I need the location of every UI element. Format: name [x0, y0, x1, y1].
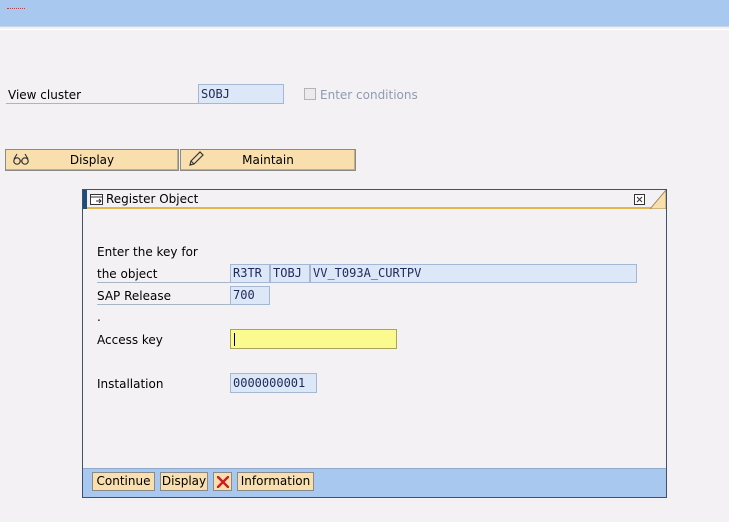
title-bar	[0, 0, 729, 27]
display-button[interactable]: Display	[5, 149, 179, 171]
dialog-footer: Continue Display Information	[83, 468, 666, 497]
dialog-title: Register Object	[106, 192, 199, 206]
dialog-title-bar: Register Object	[83, 190, 666, 209]
register-object-dialog: Register Object Enter the key for the ob…	[82, 189, 667, 498]
view-cluster-label: View cluster	[6, 87, 198, 104]
object-type-field[interactable]: TOBJ	[270, 264, 310, 283]
information-button[interactable]: Information	[237, 472, 314, 491]
close-icon[interactable]	[634, 194, 645, 205]
sap-release-field[interactable]: 700	[230, 286, 270, 305]
enter-conditions-label: Enter conditions	[320, 88, 418, 102]
object-pgmid-field[interactable]: R3TR	[230, 264, 270, 283]
access-key-input[interactable]	[230, 329, 397, 349]
cancel-icon	[217, 476, 229, 488]
dialog-title-accent	[83, 190, 87, 209]
view-cluster-field[interactable]: SOBJ	[198, 84, 284, 104]
enter-key-label-line1: Enter the key for	[97, 245, 198, 259]
divider	[0, 29, 729, 30]
maintain-button-label: Maintain	[242, 153, 294, 167]
dot-mark: .	[97, 310, 101, 324]
pencil-icon	[189, 151, 204, 166]
cancel-button[interactable]	[213, 472, 232, 491]
display-dialog-button[interactable]: Display	[160, 472, 208, 491]
menu-marker	[7, 8, 25, 10]
glasses-icon	[13, 153, 29, 165]
object-name-field[interactable]: VV_T093A_CURTPV	[310, 264, 637, 283]
dialog-corner	[650, 190, 666, 209]
enter-key-label-line2: the object	[97, 266, 230, 283]
display-button-label: Display	[69, 153, 115, 167]
installation-field[interactable]: 0000000001	[230, 373, 317, 393]
access-key-label: Access key	[97, 333, 163, 347]
enter-conditions-checkbox[interactable]	[304, 88, 316, 100]
maintain-button[interactable]: Maintain	[180, 149, 356, 171]
continue-button[interactable]: Continue	[92, 472, 155, 491]
text-cursor	[234, 333, 235, 346]
installation-label: Installation	[97, 377, 164, 391]
dialog-window-icon	[90, 194, 103, 205]
sap-release-label: SAP Release	[97, 288, 230, 305]
